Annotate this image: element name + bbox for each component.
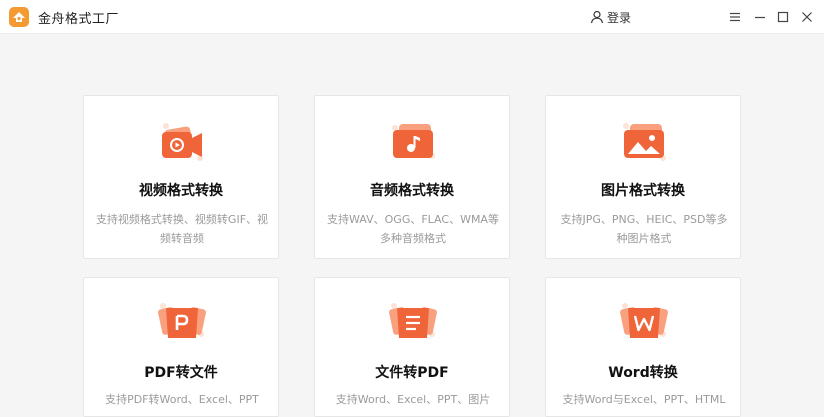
- card-title: 图片格式转换: [601, 183, 685, 199]
- card-title: 文件转PDF: [375, 365, 449, 381]
- card-description: 支持视频格式转换、视频转GIF、视频转音频: [95, 213, 269, 245]
- card-description: 支持WAV、OGG、FLAC、WMA等多种音频格式: [327, 213, 499, 245]
- card-title: PDF转文件: [144, 365, 218, 381]
- card-video-convert[interactable]: 视频格式转换 支持视频格式转换、视频转GIF、视频转音频: [83, 95, 279, 259]
- card-title: 音频格式转换: [370, 183, 454, 199]
- minimize-icon: [755, 16, 765, 19]
- music-note-icon: [392, 124, 435, 159]
- login-label: 登录: [607, 10, 632, 25]
- card-description: 支持JPG、PNG、HEIC、PSD等多种图片格式: [560, 213, 728, 245]
- maximize-button[interactable]: [773, 7, 793, 27]
- user-icon: [590, 10, 604, 24]
- maximize-icon: [777, 11, 789, 23]
- video-camera-icon: [162, 123, 203, 161]
- minimize-button[interactable]: [750, 7, 770, 27]
- word-icon: [620, 303, 668, 338]
- card-title: 视频格式转换: [139, 183, 223, 199]
- close-button[interactable]: [797, 7, 817, 27]
- app-title: 金舟格式工厂: [38, 12, 120, 27]
- title-bar: 金舟格式工厂 登录: [0, 0, 824, 34]
- pdf-icon: [158, 303, 206, 338]
- card-file-to-pdf[interactable]: 文件转PDF 支持Word、Excel、PPT、图片: [314, 277, 510, 417]
- card-pdf-to-file[interactable]: PDF转文件 支持PDF转Word、Excel、PPT: [83, 277, 279, 417]
- card-word-convert[interactable]: Word转换 支持Word与Excel、PPT、HTML: [545, 277, 741, 417]
- card-title: Word转换: [608, 365, 678, 381]
- app-logo-icon: [9, 7, 29, 27]
- card-image-convert[interactable]: 图片格式转换 支持JPG、PNG、HEIC、PSD等多种图片格式: [545, 95, 741, 259]
- login-button[interactable]: 登录: [590, 8, 631, 26]
- menu-icon: [730, 12, 740, 22]
- image-icon: [623, 123, 666, 161]
- document-icon: [389, 303, 437, 338]
- menu-button[interactable]: [725, 7, 745, 27]
- close-icon: [802, 12, 812, 22]
- card-audio-convert[interactable]: 音频格式转换 支持WAV、OGG、FLAC、WMA等多种音频格式: [314, 95, 510, 259]
